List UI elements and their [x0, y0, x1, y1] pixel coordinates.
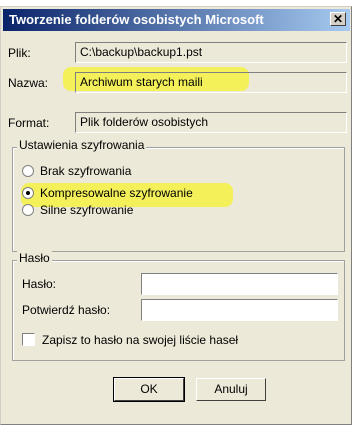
- confirm-password-label: Potwierdź hasło:: [22, 303, 111, 317]
- save-password-checkbox[interactable]: [22, 333, 35, 346]
- password-input[interactable]: [141, 273, 338, 295]
- confirm-password-input[interactable]: [141, 299, 338, 321]
- format-label: Format:: [8, 116, 50, 130]
- close-button[interactable]: ✕: [330, 12, 346, 26]
- radio-strong-encryption-label[interactable]: Silne szyfrowanie: [40, 203, 133, 217]
- format-field[interactable]: Plik folderów osobistych: [75, 112, 347, 133]
- name-label: Nazwa:: [8, 76, 49, 90]
- radio-compressible-encryption[interactable]: [22, 187, 34, 199]
- radio-compressible-encryption-label[interactable]: Kompresowalne szyfrowanie: [40, 186, 193, 200]
- radio-no-encryption-label[interactable]: Brak szyfrowania: [40, 164, 131, 178]
- close-icon: ✕: [332, 12, 344, 26]
- radio-selected-dot: [26, 191, 30, 195]
- dialog-title: Tworzenie folderów osobistych Microsoft: [9, 12, 264, 27]
- name-input-value: Archiwum starych maili: [80, 75, 203, 89]
- name-input[interactable]: Archiwum starych maili: [75, 72, 347, 93]
- password-group-title: Hasło: [17, 251, 52, 265]
- save-password-label[interactable]: Zapisz to hasło na swojej liście haseł: [42, 333, 238, 347]
- encryption-group-title: Ustawienia szyfrowania: [17, 138, 147, 152]
- dialog-window: Tworzenie folderów osobistych Microsoft …: [0, 6, 352, 425]
- file-label-text: Plik:: [8, 46, 31, 60]
- file-path-field[interactable]: C:\backup\backup1.pst: [75, 42, 347, 63]
- radio-no-encryption[interactable]: [22, 165, 34, 177]
- ok-button[interactable]: OK: [113, 377, 185, 402]
- radio-strong-encryption[interactable]: [22, 204, 34, 216]
- password-label: Hasło:: [22, 277, 57, 291]
- title-bar[interactable]: Tworzenie folderów osobistych Microsoft …: [3, 9, 350, 31]
- file-label: Plik:: [8, 46, 31, 60]
- cancel-button[interactable]: Anuluj: [196, 378, 266, 401]
